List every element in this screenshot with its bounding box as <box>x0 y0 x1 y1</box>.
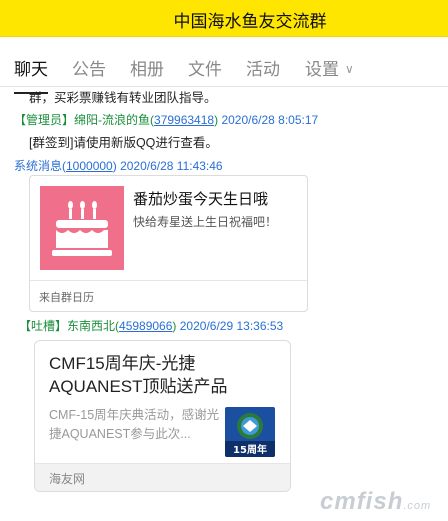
tab-activities[interactable]: 活动 <box>246 55 280 80</box>
tab-bar: 聊天 公告 相册 文件 活动 设置 ∨ <box>0 36 448 94</box>
article-thumbnail: 15周年 <box>225 407 275 457</box>
watermark-text: cmfish <box>320 488 404 515</box>
message-text: [群签到]请使用新版QQ进行查看。 <box>29 136 218 150</box>
card-title: 番茄炒蛋今天生日哦 <box>133 191 269 208</box>
tab-chat[interactable]: 聊天 <box>14 55 48 94</box>
card-footer: 来自群日历 <box>30 280 307 311</box>
article-title: CMF15周年庆-光捷AQUANEST顶贴送产品 <box>49 354 228 396</box>
tab-files[interactable]: 文件 <box>188 55 222 80</box>
sender-id-link[interactable]: 1000000 <box>66 159 113 173</box>
card-source: 海友网 <box>49 472 86 486</box>
sender-name-close: ) <box>112 159 117 173</box>
tab-album[interactable]: 相册 <box>130 55 164 80</box>
tab-settings-label: 设置 <box>305 60 339 79</box>
tab-announcements[interactable]: 公告 <box>72 55 106 80</box>
message-header: 【管理员】绵阳-流浪的鱼(379963418) 2020/6/28 8:05:1… <box>14 112 318 128</box>
sender-name-close: ) <box>172 319 177 333</box>
message-text: 群，买彩票赚钱有转业团队指导。 <box>29 91 217 105</box>
birthday-card[interactable]: 番茄炒蛋今天生日哦 快给寿星送上生日祝福吧！ 来自群日历 <box>29 175 308 312</box>
role-tag: 【管理员】 <box>14 113 75 127</box>
watermark: cmfish.com <box>320 488 431 516</box>
message-time: 2020/6/28 8:05:17 <box>221 113 319 127</box>
watermark-suffix: .com <box>403 500 432 512</box>
birthday-cake-icon <box>40 186 124 270</box>
chevron-down-icon: ∨ <box>345 62 354 76</box>
message-header: 【吐槽】东南西北(45989066) 2020/6/29 13:36:53 <box>19 318 283 334</box>
sender-name-close: ) <box>214 113 219 127</box>
message-header: 系统消息(1000000) 2020/6/28 11:43:46 <box>14 158 223 174</box>
sender-name: 东南西北( <box>67 319 120 333</box>
thumbnail-caption: 15周年 <box>233 443 267 456</box>
group-title: 中国海水鱼友交流群 <box>173 12 327 31</box>
sender-id-link[interactable]: 45989066 <box>119 319 172 333</box>
sender-name: 绵阳-流浪的鱼( <box>74 113 155 127</box>
card-subtitle: 快给寿星送上生日祝福吧！ <box>133 215 278 229</box>
message-time: 2020/6/29 13:36:53 <box>179 319 284 333</box>
card-footer: 海友网 <box>35 463 290 491</box>
card-source: 来自群日历 <box>39 292 94 304</box>
title-bar: 中国海水鱼友交流群 <box>0 0 448 37</box>
role-tag: 【吐槽】 <box>19 319 68 333</box>
tab-settings[interactable]: 设置 ∨ <box>305 55 354 80</box>
sender-name: 系统消息( <box>14 159 66 173</box>
article-card[interactable]: CMF15周年庆-光捷AQUANEST顶贴送产品 CMF-15周年庆典活动，感谢… <box>34 340 291 492</box>
message-time: 2020/6/28 11:43:46 <box>120 159 223 173</box>
sender-id-link[interactable]: 379963418 <box>154 113 214 127</box>
article-summary: CMF-15周年庆典活动，感谢光捷AQUANEST参与此次... <box>49 408 220 441</box>
